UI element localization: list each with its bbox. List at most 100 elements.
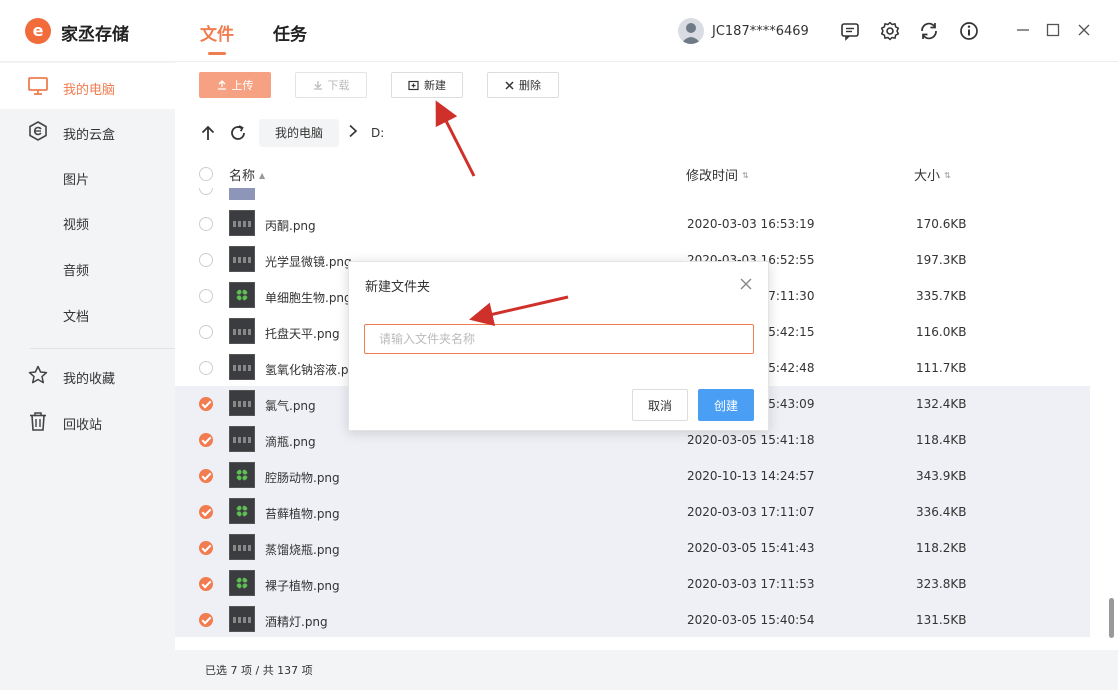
row-checkbox[interactable] xyxy=(199,577,213,591)
column-name[interactable]: 名称 ▲ xyxy=(229,165,265,184)
row-checkbox[interactable] xyxy=(199,613,213,627)
message-icon[interactable] xyxy=(839,20,861,42)
avatar[interactable] xyxy=(678,18,704,44)
row-checkbox[interactable] xyxy=(199,361,213,375)
tab-tasks[interactable]: 任务 xyxy=(273,20,307,45)
file-name[interactable]: 腔肠动物.png xyxy=(265,469,340,486)
select-all-checkbox[interactable] xyxy=(199,167,213,181)
sidebar-item-recycle-bin[interactable]: 回收站 xyxy=(0,398,175,444)
row-checkbox[interactable] xyxy=(199,397,213,411)
column-size[interactable]: 大小 ⇅ xyxy=(914,165,951,184)
sidebar-sub-pictures[interactable]: 图片 xyxy=(63,169,89,188)
download-button[interactable]: 下载 xyxy=(295,72,367,98)
file-name[interactable]: 蒸馏烧瓶.png xyxy=(265,541,340,558)
file-thumbnail xyxy=(229,282,255,308)
new-folder-icon xyxy=(408,80,419,90)
up-arrow-icon[interactable] xyxy=(199,124,217,142)
file-thumbnail xyxy=(229,570,255,596)
file-thumbnail xyxy=(229,246,255,272)
file-name[interactable]: 酒精灯.png xyxy=(265,613,328,630)
breadcrumb-root[interactable]: 我的电脑 xyxy=(259,119,339,147)
minimize-icon[interactable] xyxy=(1015,22,1031,38)
file-thumbnail xyxy=(229,498,255,524)
file-name[interactable]: 苔藓植物.png xyxy=(265,505,340,522)
file-thumbnail xyxy=(229,188,255,200)
file-thumbnail xyxy=(229,390,255,416)
row-checkbox[interactable] xyxy=(199,325,213,339)
file-name[interactable]: 丙酮.png xyxy=(265,217,316,234)
scrollbar[interactable] xyxy=(1109,598,1114,638)
sidebar-sub-videos[interactable]: 视频 xyxy=(63,214,89,233)
cancel-button[interactable]: 取消 xyxy=(632,389,688,421)
file-name[interactable]: 托盘天平.png xyxy=(265,325,340,342)
file-name[interactable]: 裸子植物.png xyxy=(265,577,340,594)
file-size: 335.7KB xyxy=(916,289,967,303)
file-size: 118.4KB xyxy=(916,433,967,447)
new-label: 新建 xyxy=(424,79,446,92)
upload-button[interactable]: 上传 xyxy=(199,72,271,98)
row-checkbox[interactable] xyxy=(199,217,213,231)
app-name: 家丞存储 xyxy=(61,25,129,45)
maximize-icon[interactable] xyxy=(1045,22,1061,38)
sidebar-item-label: 回收站 xyxy=(63,418,103,433)
sidebar-item-my-computer[interactable]: 我的电脑 xyxy=(0,63,175,109)
sidebar-item-favorites[interactable]: 我的收藏 xyxy=(0,352,175,398)
download-icon xyxy=(313,81,322,90)
upload-icon xyxy=(217,80,226,90)
file-thumbnail xyxy=(229,534,255,560)
file-modified: 2020-03-05 15:40:54 xyxy=(687,613,815,627)
table-row[interactable]: 腔肠动物.png 2020-10-13 14:24:57 343.9KB xyxy=(175,458,1090,494)
file-modified: 2020-10-13 14:24:57 xyxy=(687,469,815,483)
table-row-partial[interactable] xyxy=(175,188,1090,206)
row-checkbox[interactable] xyxy=(199,188,213,195)
sidebar-sub-audio[interactable]: 音频 xyxy=(63,260,89,279)
row-checkbox[interactable] xyxy=(199,469,213,483)
file-size: 197.3KB xyxy=(916,253,967,267)
sync-icon[interactable] xyxy=(918,20,940,42)
table-row[interactable]: 蒸馏烧瓶.png 2020-03-05 15:41:43 118.2KB xyxy=(175,530,1090,566)
info-icon[interactable] xyxy=(958,20,980,42)
file-name[interactable]: 氯气.png xyxy=(265,397,316,414)
delete-button[interactable]: 删除 xyxy=(487,72,559,98)
file-modified: 2020-03-03 17:11:07 xyxy=(687,505,815,519)
monitor-icon xyxy=(28,77,48,95)
file-thumbnail xyxy=(229,426,255,452)
username[interactable]: JC187****6469 xyxy=(712,24,809,39)
gear-icon[interactable] xyxy=(879,20,901,42)
file-size: 323.8KB xyxy=(916,577,967,591)
table-row[interactable]: 酒精灯.png 2020-03-05 15:40:54 131.5KB xyxy=(175,602,1090,637)
row-checkbox[interactable] xyxy=(199,289,213,303)
sidebar-item-label: 我的云盒 xyxy=(63,128,116,143)
refresh-icon[interactable] xyxy=(229,124,247,142)
table-row[interactable]: 苔藓植物.png 2020-03-03 17:11:07 336.4KB xyxy=(175,494,1090,530)
sidebar-item-label: 我的收藏 xyxy=(63,372,116,387)
file-name[interactable]: 单细胞生物.png xyxy=(265,289,352,306)
tab-files[interactable]: 文件 xyxy=(200,20,234,55)
new-button[interactable]: 新建 xyxy=(391,72,463,98)
dialog-close-icon[interactable] xyxy=(739,277,753,291)
table-row[interactable]: 裸子植物.png 2020-03-03 17:11:53 323.8KB xyxy=(175,566,1090,602)
file-name[interactable]: 光学显微镜.png xyxy=(265,253,352,270)
file-name[interactable]: 滴瓶.png xyxy=(265,433,316,450)
file-thumbnail xyxy=(229,210,255,236)
create-button[interactable]: 创建 xyxy=(698,389,754,421)
file-modified: 2020-03-05 15:41:18 xyxy=(687,433,815,447)
row-checkbox[interactable] xyxy=(199,253,213,267)
row-checkbox[interactable] xyxy=(199,541,213,555)
close-icon[interactable] xyxy=(1076,22,1092,38)
file-thumbnail xyxy=(229,462,255,488)
table-row[interactable]: 丙酮.png 2020-03-03 16:53:19 170.6KB xyxy=(175,206,1090,242)
star-icon xyxy=(28,365,48,384)
delete-label: 删除 xyxy=(519,79,541,92)
file-size: 336.4KB xyxy=(916,505,967,519)
sort-asc-icon: ▲ xyxy=(259,171,266,180)
file-thumbnail xyxy=(229,318,255,344)
row-checkbox[interactable] xyxy=(199,433,213,447)
sort-icon: ⇅ xyxy=(742,171,749,180)
breadcrumb-current[interactable]: D: xyxy=(371,126,384,140)
column-modified[interactable]: 修改时间 ⇅ xyxy=(686,165,749,184)
row-checkbox[interactable] xyxy=(199,505,213,519)
sidebar-sub-documents[interactable]: 文档 xyxy=(63,306,89,325)
sidebar-item-my-cloudbox[interactable]: 我的云盒 xyxy=(0,108,175,154)
folder-name-input[interactable] xyxy=(364,324,754,354)
